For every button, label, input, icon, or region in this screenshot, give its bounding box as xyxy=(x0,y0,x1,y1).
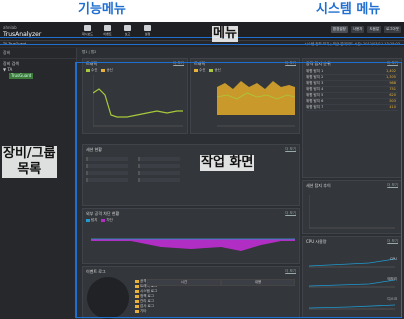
more-link[interactable]: 더 보기 xyxy=(285,211,296,216)
more-link[interactable]: 더 보기 xyxy=(285,61,296,66)
legend-item: 송신 xyxy=(209,68,221,73)
event-icon xyxy=(104,25,111,31)
report-icon xyxy=(124,25,131,31)
toolbar-report-button[interactable]: 보고 xyxy=(120,25,135,38)
toolbar-label: 이벤트 xyxy=(103,32,112,36)
system-menu-user[interactable]: 사용자 xyxy=(350,26,365,33)
panel-title: 트래픽 xyxy=(194,61,206,66)
panel-external-attack: 외부 공격 차단 현황 더 보기 탐지 차단 xyxy=(82,208,300,264)
cpu-label: CPU xyxy=(389,257,397,261)
panel-session-trend: 세션 탐지 추이 더 보기 xyxy=(302,180,402,234)
more-link[interactable]: 더 보기 xyxy=(387,239,398,244)
top-bar: ahnlab TrusAnalyzer 대시보드 이벤트 보고 설정 환경설정 … xyxy=(0,22,404,41)
session-trend-chart xyxy=(309,195,395,229)
legend-item: 탐지 xyxy=(86,218,97,223)
table-header: 시간 xyxy=(147,279,221,286)
sidebar-header: 장비 xyxy=(0,48,76,59)
grid-cell xyxy=(86,157,128,161)
traffic-line-chart xyxy=(93,75,183,127)
callout-work-screen: 작업 화면 xyxy=(200,155,255,171)
legend: 수신 송신 xyxy=(86,68,113,73)
app-logo: ahnlab TrusAnalyzer xyxy=(3,24,41,38)
top-info: 시스템 정보 보기 | 최근 업데이트 시간: 2012/03/11 13:25… xyxy=(304,42,400,46)
grid-cell xyxy=(138,157,180,161)
toolbar-label: 설정 xyxy=(144,32,151,36)
more-link[interactable]: 더 보기 xyxy=(387,183,398,188)
legend-item: 기타 xyxy=(135,309,157,314)
list-item[interactable]: 위협 탐지 7 410 xyxy=(306,105,398,111)
callout-device-group-list: 장비/그룹 목록 xyxy=(2,146,57,178)
tab-trusguard[interactable]: TA TrusGuard xyxy=(3,42,26,46)
legend-item: 수신 xyxy=(194,68,205,73)
toolbar-label: 대시보드 xyxy=(81,32,94,36)
panel-title: 세션 탐지 추이 xyxy=(306,183,331,188)
toolbar-settings-button[interactable]: 설정 xyxy=(140,25,155,38)
grid-cell xyxy=(86,178,128,182)
system-menu-help[interactable]: 도움말 xyxy=(367,26,382,33)
resource-charts xyxy=(309,258,395,310)
more-link[interactable]: 더 보기 xyxy=(285,147,296,152)
panel-title: 이벤트 로그 xyxy=(86,269,106,274)
more-link[interactable]: 더 보기 xyxy=(285,269,296,274)
dashboard-icon xyxy=(84,25,91,31)
toolbar-event-button[interactable]: 이벤트 xyxy=(100,25,115,38)
grid-cell xyxy=(138,178,180,182)
panel-title: CPU 사용량 xyxy=(306,239,327,244)
grid-cell xyxy=(86,171,128,175)
system-menu-preferences[interactable]: 환경설정 xyxy=(330,26,348,33)
more-link[interactable]: 더 보기 xyxy=(387,61,398,66)
tree-node-trusguard[interactable]: TrusGuard xyxy=(9,73,34,79)
panel-traffic-2: 트래픽 더 보기 수신 송신 xyxy=(190,58,300,134)
disk-label: 디스크 xyxy=(387,297,397,301)
panel-event-log: 이벤트 로그 더 보기 공격 로그 트래픽 로그 시스템 로그 정책 로그 관리… xyxy=(82,266,300,319)
grid-cell xyxy=(86,164,128,168)
callout-function-menu: 기능메뉴 xyxy=(78,2,126,17)
traffic-area-chart xyxy=(217,81,295,127)
more-link[interactable]: 더 보기 xyxy=(173,61,184,66)
grid-cell xyxy=(138,164,180,168)
legend: 탐지 차단 xyxy=(86,218,113,223)
device-sidebar: 장비 장비 검색 ▼ TA TrusGuard xyxy=(0,48,77,319)
panel-title: 외부 공격 차단 현황 xyxy=(86,211,120,216)
panel-traffic-1: 트래픽 더 보기 수신 송신 xyxy=(82,58,188,134)
panel-title: 공격 탐지 순위 xyxy=(306,61,331,66)
ranking-list: 위협 탐지 1 1,402 위협 탐지 2 1,305 위협 탐지 3 988 위협 … xyxy=(306,69,398,111)
tab-bar: TA TrusGuard 시스템 정보 보기 | 최근 업데이트 시간: 201… xyxy=(0,41,404,47)
brand-name: TrusAnalyzer xyxy=(3,31,42,38)
grid-cell xyxy=(138,171,180,175)
legend: 수신 송신 xyxy=(194,68,221,73)
device-tree: 장비 검색 ▼ TA TrusGuard xyxy=(0,59,76,81)
toolbar-dashboard-button[interactable]: 대시보드 xyxy=(80,25,95,38)
callout-menu: 메뉴 xyxy=(212,26,238,42)
system-menu: 환경설정 사용자 도움말 로그아웃 xyxy=(330,26,401,33)
brand-small: ahnlab xyxy=(3,25,17,30)
panel-title: 트래픽 xyxy=(86,61,98,66)
panel-title: 세션 현황 xyxy=(86,147,102,152)
table-header: 내용 xyxy=(221,279,295,286)
callout-system-menu: 시스템 메뉴 xyxy=(316,2,381,17)
memory-label: 메모리 xyxy=(387,277,397,281)
external-attack-chart xyxy=(91,238,295,251)
legend-item: 송신 xyxy=(101,68,113,73)
panel-session: 세션 현황 더 보기 xyxy=(82,144,300,206)
event-donut-chart xyxy=(87,277,129,319)
legend-item: 차단 xyxy=(101,218,113,223)
legend-item: 수신 xyxy=(86,68,97,73)
subtabs[interactable]: 탭1 | 탭2 xyxy=(82,50,96,55)
toolbar-label: 보고 xyxy=(124,32,131,36)
panel-cpu-usage: CPU 사용량 더 보기 CPU 메모리 디스크 xyxy=(302,236,402,318)
panel-attack-ranking: 공격 탐지 순위 더 보기 위협 탐지 1 1,402 위협 탐지 2 1,305 … xyxy=(302,58,402,178)
system-menu-logout[interactable]: 로그아웃 xyxy=(384,26,401,33)
work-area: 탭1 | 탭2 트래픽 더 보기 수신 송신 트래픽 더 보기 수신 송신 공격… xyxy=(78,48,404,319)
settings-icon xyxy=(144,25,151,31)
